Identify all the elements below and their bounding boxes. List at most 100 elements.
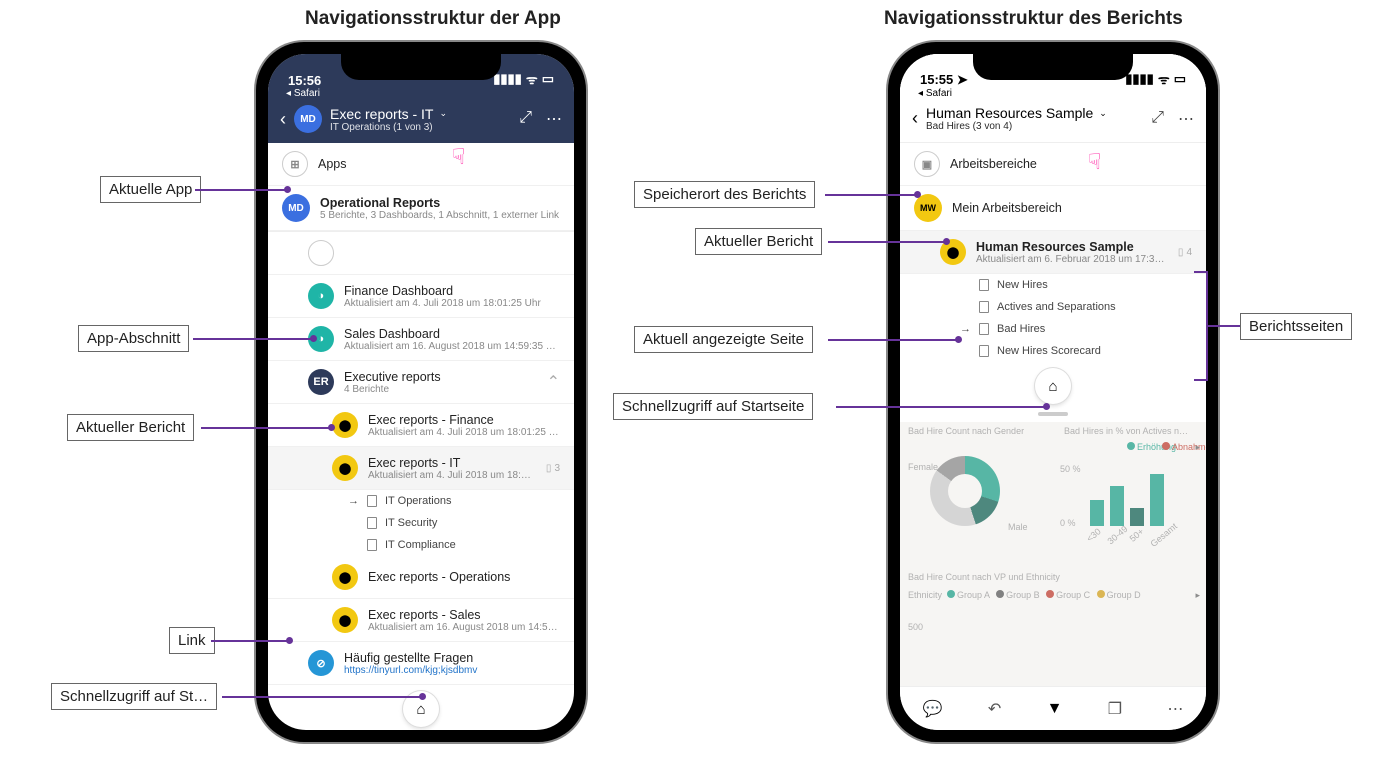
workspaces-root-row[interactable]: ▣ Arbeitsbereiche [900,143,1206,186]
bar-chart [1090,466,1164,526]
page-count-badge: ▯ 3 [546,463,560,474]
header-subtitle: Bad Hires (3 von 4) [926,121,1143,132]
callout: Aktuell angezeigte Seite [634,326,813,353]
home-icon: ⌂ [1048,378,1057,395]
pointer-cursor-icon: ☟ [1088,149,1101,175]
back-icon[interactable]: ‹ [912,108,918,129]
app-sub: 5 Berichte, 3 Dashboards, 1 Abschnitt, 1… [320,210,560,221]
callout: Schnellzugriff auf Startseite [613,393,813,420]
status-icons: ▮▮▮▮ ᯤ ▭ [493,70,554,88]
right-title: Navigationsstruktur des Berichts [884,8,1183,30]
my-workspace-row[interactable]: MW Mein Arbeitsbereich [900,186,1206,231]
callout: Aktueller Bericht [67,414,194,441]
header-title[interactable]: Exec reports - IT⌄ [330,106,511,122]
section-avatar: ER [308,369,334,395]
app-title: Operational Reports [320,196,560,210]
report-icon: ⬤ [332,564,358,590]
list-item[interactable]: ⬤ Exec reports - SalesAktualisiert am 16… [268,599,574,642]
current-report-row[interactable]: ⬤ Exec reports - ITAktualisiert am 4. Ju… [268,447,574,490]
collapse-icon[interactable]: ⌃ [547,372,560,392]
section-row[interactable]: ER Executive reports4 Berichte ⌃ [268,361,574,404]
report-page[interactable]: →IT Operations [268,490,574,512]
link-icon: ⊘ [308,650,334,676]
report-header: ‹ Human Resources Sample⌄ Bad Hires (3 v… [900,99,1206,143]
battery-icon: ▭ [1174,71,1186,87]
nav-list: ▣ Arbeitsbereiche MW Mein Arbeitsbereich… [900,143,1206,686]
header-avatar: MD [294,105,322,133]
reset-icon[interactable]: ↶ [988,699,1001,719]
status-time: 15:55 ➤ [920,72,968,88]
phone-notch [341,54,501,80]
comment-icon[interactable]: 💬 [923,699,943,719]
list-item[interactable]: x [268,231,574,275]
app-avatar: MD [282,194,310,222]
dashboard-icon: ◑ [308,283,334,309]
signal-icon: ▮▮▮▮ [493,71,522,87]
workspace-icon: ▣ [914,151,940,177]
home-icon: ⌂ [416,701,425,718]
report-icon: ⬤ [332,607,358,633]
header-title[interactable]: Human Resources Sample⌄ [926,105,1143,121]
drag-handle[interactable] [1038,412,1068,416]
back-icon[interactable]: ‹ [280,109,286,130]
wifi-icon: ᯤ [526,70,538,88]
apps-icon: ⊞ [282,151,308,177]
chevron-down-icon: ⌄ [1099,108,1107,119]
report-bottom-toolbar: 💬 ↶ ▼ ❐ ⋯ [900,686,1206,730]
signal-icon: ▮▮▮▮ [1125,71,1154,87]
report-icon: ⬤ [332,412,358,438]
list-item[interactable]: ⬤ Exec reports - Operations [268,556,574,599]
wifi-icon: ᯤ [1158,70,1170,88]
back-to-app[interactable]: ◂ Safari [900,88,1206,99]
callout: Schnellzugriff auf St… [51,683,217,710]
report-page[interactable]: New Hires [900,274,1206,296]
more-icon[interactable]: ⋯ [1178,109,1194,129]
phone-app-nav: 15:56 ▮▮▮▮ ᯤ ▭ ◂ Safari ‹ MD Exec report… [256,42,586,742]
status-time: 15:56 [288,73,321,88]
battery-icon: ▭ [542,71,554,87]
phone-report-nav: 15:55 ➤ ▮▮▮▮ ᯤ ▭ ◂ Safari ‹ Human Resour… [888,42,1218,742]
callout: Speicherort des Berichts [634,181,815,208]
back-to-app[interactable]: ◂ Safari [268,88,574,99]
callout: Link [169,627,215,654]
apps-root-row[interactable]: ⊞ Apps [268,143,574,186]
expand-icon[interactable]: ⤢ [1151,109,1164,129]
current-page-arrow-icon: → [348,495,359,507]
page-icon [979,279,989,291]
chevron-down-icon: ⌄ [439,108,447,119]
callout: Aktuelle App [100,176,201,203]
report-preview: Bad Hire Count nach Gender Bad Hires in … [900,422,1206,686]
phone-notch [973,54,1133,80]
filter-icon[interactable]: ▼ [1047,700,1063,718]
report-page-current[interactable]: →Bad Hires [900,318,1206,340]
donut-chart [930,456,1000,526]
link-row[interactable]: ⊘ Häufig gestellte Fragenhttps://tinyurl… [268,642,574,685]
more-icon[interactable]: ⋯ [546,109,562,129]
bracket [1194,271,1208,381]
page-icon [979,301,989,313]
nav-list: ⊞ Apps MD Operational Reports 5 Berichte… [268,143,574,730]
home-button[interactable]: ⌂ [1035,368,1071,404]
left-title: Navigationsstruktur der App [305,8,561,30]
page-icon [367,495,377,507]
report-page[interactable]: IT Security [268,512,574,534]
expand-icon[interactable]: ⤢ [519,109,532,129]
page-icon [979,345,989,357]
report-page[interactable]: New Hires Scorecard [900,340,1206,362]
current-app-row[interactable]: MD Operational Reports 5 Berichte, 3 Das… [268,186,574,231]
more-icon[interactable]: ⋯ [1167,699,1183,719]
callout: Berichtsseiten [1240,313,1352,340]
status-icons: ▮▮▮▮ ᯤ ▭ [1125,70,1186,88]
report-page[interactable]: IT Compliance [268,534,574,556]
pages-icon[interactable]: ❐ [1108,699,1122,719]
list-item[interactable]: ◑ Finance DashboardAktualisiert am 4. Ju… [268,275,574,318]
workspace-avatar: MW [914,194,942,222]
report-icon: ⬤ [332,455,358,481]
page-icon [979,323,989,335]
page-icon [367,517,377,529]
page-count-badge: ▯ 4 [1178,247,1192,258]
app-header: ‹ MD Exec reports - IT⌄ IT Operations (1… [268,99,574,143]
report-page[interactable]: Actives and Separations [900,296,1206,318]
header-subtitle: IT Operations (1 von 3) [330,122,511,133]
list-item[interactable]: ⬤ Exec reports - FinanceAktualisiert am … [268,404,574,447]
